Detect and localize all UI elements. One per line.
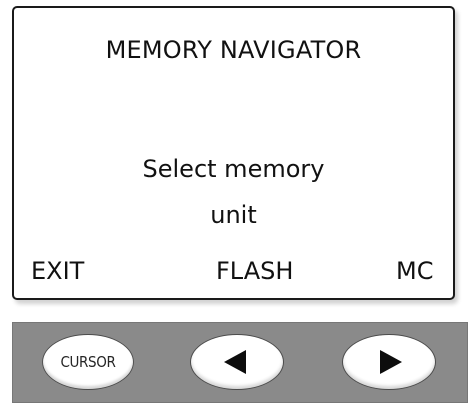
hardware-button-bar: CURSOR [12,322,468,403]
right-arrow-button[interactable] [342,334,436,390]
screen-title: MEMORY NAVIGATOR [105,36,362,64]
lcd-screen: MEMORY NAVIGATOR Select memory unit EXIT… [12,6,455,300]
exit-softkey[interactable]: EXIT [31,257,84,285]
left-arrow-icon [224,350,246,374]
message-line-1: Select memory [142,155,325,183]
right-arrow-icon [380,350,402,374]
cursor-button[interactable]: CURSOR [42,334,134,390]
message-line-2: unit [210,201,257,229]
mc-softkey[interactable]: MC [396,257,433,285]
flash-softkey[interactable]: FLASH [216,257,293,285]
left-arrow-button[interactable] [190,334,284,390]
status-message: Select memory unit [14,146,453,238]
